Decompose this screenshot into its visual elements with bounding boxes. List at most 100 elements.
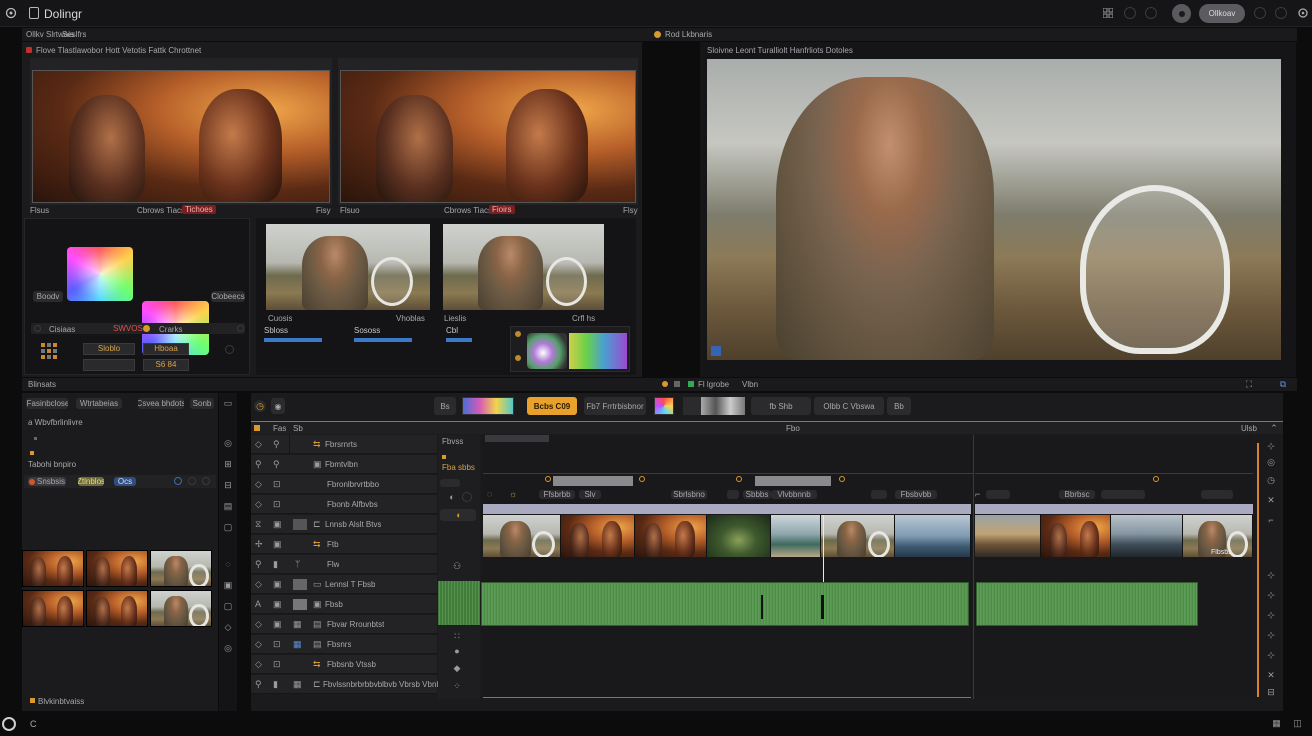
ruler-chip-small[interactable]	[727, 490, 739, 499]
wheel-left-label[interactable]: Boodv	[33, 291, 63, 302]
track-eye-icon[interactable]: ◇	[255, 619, 262, 630]
track-lock-icon[interactable]: ▮	[273, 559, 278, 570]
color-grid-icon[interactable]	[41, 343, 57, 359]
comparison-image-2[interactable]	[443, 224, 604, 310]
track-row[interactable]: ⚲ ▮ ᛘ Flw	[251, 555, 437, 574]
track-row[interactable]: ◇ ⚲ ⇆ Fbrsrnrts	[251, 435, 437, 454]
layout-icon[interactable]: ⧉	[1278, 379, 1288, 389]
track-lock-icon[interactable]: ⊡	[273, 639, 281, 650]
track-lock-icon[interactable]: ▣	[273, 579, 282, 590]
toolbar-button-2[interactable]: Fb7 Frrtrbisbnor	[584, 397, 646, 415]
video-clip[interactable]	[821, 515, 895, 557]
side-icon-d[interactable]: ⁘	[452, 681, 462, 691]
track-lock-icon[interactable]: ⚲	[273, 439, 280, 450]
status-power-icon[interactable]	[2, 717, 16, 731]
toolbar-active-button[interactable]: Bcbs C09	[527, 397, 577, 415]
ruler-chip-small[interactable]	[986, 490, 1010, 499]
status-panel-icon[interactable]: ◫	[1292, 718, 1303, 729]
timeline-canvas[interactable]: ◌ ☼ Ffsbrbb Slv Sbrlsbno Sbbbs Vlvbbnnb …	[481, 435, 1253, 699]
side-icon-c[interactable]: ◆	[452, 663, 462, 673]
tool-icon-2[interactable]: ◎	[223, 438, 233, 448]
rail-orange-scrollbar[interactable]	[1257, 443, 1259, 697]
video-clip[interactable]	[975, 515, 1041, 557]
track-eye-icon[interactable]: ⚲	[255, 459, 262, 470]
ruler-chip[interactable]: Slv	[579, 490, 601, 499]
rail-icon-4[interactable]: ✕	[1266, 495, 1276, 505]
rail-icon-3[interactable]: ◷	[1266, 475, 1276, 485]
video-clip[interactable]	[771, 515, 821, 557]
track-lock-icon[interactable]: ▣	[273, 519, 282, 530]
tool-icon-9[interactable]: ▢	[223, 601, 233, 611]
track-row[interactable]: ◇ ⊡ Fbonb Alfbvbs	[251, 495, 437, 514]
track-row[interactable]: ⚲ ▮ ▦ ⊏ Fbvlssnbrbrbbvblbvb Vbrsb Vbnbs	[251, 675, 445, 694]
rail-icon-6[interactable]: ⊹	[1266, 570, 1276, 580]
track-row[interactable]: ◇ ⊡ Fbronlbrvrtbbo	[251, 475, 437, 494]
header-chevron-icon[interactable]: ⌃	[1269, 423, 1279, 433]
track-lock-icon[interactable]: ⊡	[273, 499, 281, 510]
track-lock-icon[interactable]: ▣	[273, 539, 282, 550]
menu-item-2[interactable]: Seslfrs	[62, 30, 86, 39]
media-thumb-1[interactable]	[22, 550, 84, 587]
divider-item-1[interactable]: Fl lgrobe	[698, 380, 729, 389]
media-thumb-3[interactable]	[150, 550, 212, 587]
rail-icon-1[interactable]: ⊹	[1266, 441, 1276, 451]
wheel-right-label[interactable]: Clobeecs	[211, 291, 245, 302]
ruler-chip-blank[interactable]	[1101, 490, 1145, 499]
side-icon-a[interactable]: ∷	[452, 631, 462, 641]
viewer-image-1[interactable]	[32, 70, 330, 203]
divider-item-2[interactable]: Vlbn	[742, 380, 758, 389]
rail-icon-11[interactable]: ✕	[1266, 670, 1276, 680]
media-chip-2[interactable]: Ztlnblos	[78, 477, 104, 486]
track-row[interactable]: ✢ ▣ ⇆ Ftb	[251, 535, 437, 554]
ruler-chip[interactable]: Sbbbs	[743, 490, 771, 499]
user-avatar[interactable]	[1172, 4, 1191, 23]
media-tab-3[interactable]: Csvea bhdots	[138, 398, 184, 409]
side-audio-icon[interactable]: ◐	[446, 491, 458, 503]
meter-circle-icon[interactable]	[225, 345, 234, 354]
side-toggle[interactable]: ◖	[440, 509, 476, 521]
media-tab-4[interactable]: Sonb	[190, 398, 214, 409]
track-lock-icon[interactable]: ⚲	[273, 459, 280, 470]
media-thumb-6[interactable]	[150, 590, 212, 627]
range-bar-2[interactable]	[755, 476, 831, 486]
tool-icon-3[interactable]: ⊞	[223, 459, 233, 469]
marker-icon[interactable]	[736, 476, 742, 482]
marker-icon[interactable]	[545, 476, 551, 482]
rail-icon-9[interactable]: ⊹	[1266, 630, 1276, 640]
expand-icon[interactable]: ⛶	[1244, 379, 1254, 389]
track-lock-icon[interactable]: ▮	[273, 679, 278, 690]
tool-icon-1[interactable]: ▭	[223, 398, 233, 408]
track-lock-icon[interactable]: ▣	[273, 619, 282, 630]
track-eye-icon[interactable]: ◇	[255, 579, 262, 590]
track-eye-icon[interactable]: A	[255, 599, 261, 609]
tool-icon-11[interactable]: ◎	[223, 643, 233, 653]
track-eye-icon[interactable]: ⧖	[255, 519, 261, 530]
toolbar-color-icon[interactable]	[654, 397, 674, 415]
vectorscope-icon[interactable]	[527, 333, 567, 369]
timeline-camera-icon[interactable]: ◉	[271, 398, 285, 414]
tool-icon-7[interactable]: ◌	[223, 559, 233, 569]
ruler-chip[interactable]: Fbsbvbb	[895, 490, 937, 499]
media-chip-3[interactable]: Ocs	[114, 477, 136, 486]
media-thumb-5[interactable]	[86, 590, 148, 627]
row1-circle-icon[interactable]	[34, 325, 41, 332]
tool-icon-10[interactable]: ◇	[223, 622, 233, 632]
comparison-image-1[interactable]	[266, 224, 430, 310]
rail-icon-2[interactable]: ◎	[1266, 457, 1276, 467]
media-circle-2[interactable]	[188, 477, 196, 485]
track-eye-icon[interactable]: ◇	[255, 439, 262, 450]
track-lock-icon[interactable]: ▣	[273, 599, 282, 610]
ruler-chip-small[interactable]	[871, 490, 887, 499]
toolbar-blank-button[interactable]	[683, 397, 703, 415]
ruler-chip[interactable]: Sbrlsbno	[671, 490, 707, 499]
toolbar-button-3[interactable]: fb Shb	[751, 397, 811, 415]
rail-icon-10[interactable]: ⊹	[1266, 650, 1276, 660]
side-small-button[interactable]	[440, 479, 460, 487]
video-clip[interactable]	[1111, 515, 1183, 557]
rail-icon-8[interactable]: ⊹	[1266, 610, 1276, 620]
toolbar-button-4[interactable]: Olbb C Vbswa	[814, 397, 884, 415]
toolbar-left-button[interactable]: Bs	[434, 397, 456, 415]
clip-strip-1[interactable]	[483, 504, 971, 514]
media-circle-1[interactable]	[174, 477, 182, 485]
video-clip[interactable]	[707, 515, 771, 557]
